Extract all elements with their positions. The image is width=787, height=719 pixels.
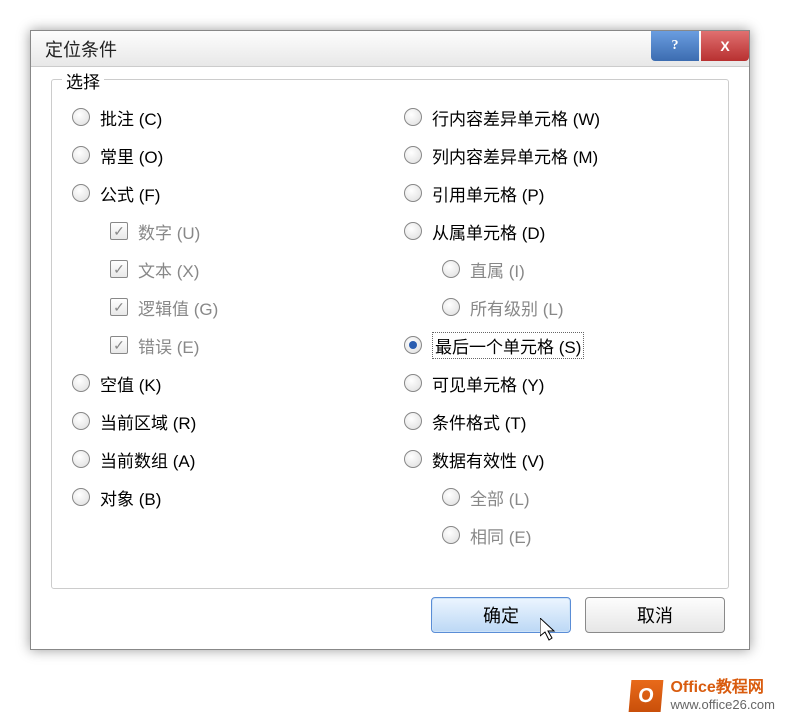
label-row-diff: 行内容差异单元格 (W) <box>432 105 600 130</box>
checkbox-numbers <box>110 222 128 240</box>
cancel-button[interactable]: 取消 <box>585 597 725 633</box>
watermark-url: www.office26.com <box>670 697 775 713</box>
label-objects: 对象 (B) <box>100 485 161 510</box>
radio-dependents[interactable] <box>404 222 422 240</box>
help-button[interactable]: ? <box>651 31 699 61</box>
radio-visible[interactable] <box>404 374 422 392</box>
cancel-button-label: 取消 <box>637 602 673 628</box>
label-visible: 可见单元格 (Y) <box>432 371 544 396</box>
titlebar-buttons: ? X <box>651 31 749 61</box>
label-dependents: 从属单元格 (D) <box>432 219 545 244</box>
label-numbers: 数字 (U) <box>138 219 200 244</box>
cursor-icon <box>540 618 560 644</box>
dialog-buttons: 确定 取消 <box>431 597 725 633</box>
radio-blanks[interactable] <box>72 374 90 392</box>
radio-col-diff[interactable] <box>404 146 422 164</box>
label-current-region: 当前区域 (R) <box>100 409 196 434</box>
radio-row-diff[interactable] <box>404 108 422 126</box>
watermark-title: Office教程网 <box>670 678 775 697</box>
radio-objects[interactable] <box>72 488 90 506</box>
radio-direct <box>442 260 460 278</box>
radio-current-array[interactable] <box>72 450 90 468</box>
checkbox-errors <box>110 336 128 354</box>
close-button[interactable]: X <box>701 31 749 61</box>
select-group: 选择 批注 (C) 常里 (O) 公式 (F) 数字 (U) 文本 (X) 逻辑… <box>51 79 729 589</box>
label-last-cell: 最后一个单元格 (S) <box>432 332 584 359</box>
watermark: O Office教程网 www.office26.com <box>630 678 775 713</box>
label-formulas: 公式 (F) <box>100 181 160 206</box>
label-constants: 常里 (O) <box>100 143 163 168</box>
goto-special-dialog: 定位条件 ? X 选择 批注 (C) 常里 (O) 公式 (F) 数字 (U) … <box>30 30 750 650</box>
radio-constants[interactable] <box>72 146 90 164</box>
dialog-content: 选择 批注 (C) 常里 (O) 公式 (F) 数字 (U) 文本 (X) 逻辑… <box>31 67 749 649</box>
label-cond-format: 条件格式 (T) <box>432 409 526 434</box>
left-column: 批注 (C) 常里 (O) 公式 (F) 数字 (U) 文本 (X) 逻辑值 (… <box>66 98 382 554</box>
ok-button-label: 确定 <box>483 602 519 628</box>
label-all-levels: 所有级别 (L) <box>470 295 564 320</box>
label-blanks: 空值 (K) <box>100 371 161 396</box>
radio-cond-format[interactable] <box>404 412 422 430</box>
radio-comments[interactable] <box>72 108 90 126</box>
label-col-diff: 列内容差异单元格 (M) <box>432 143 598 168</box>
label-logical: 逻辑值 (G) <box>138 295 218 320</box>
watermark-logo-icon: O <box>629 680 664 712</box>
label-current-array: 当前数组 (A) <box>100 447 195 472</box>
radio-last-cell[interactable] <box>404 336 422 354</box>
label-all: 全部 (L) <box>470 485 530 510</box>
label-data-valid: 数据有效性 (V) <box>432 447 544 472</box>
titlebar: 定位条件 ? X <box>31 31 749 67</box>
radio-same <box>442 526 460 544</box>
right-column: 行内容差异单元格 (W) 列内容差异单元格 (M) 引用单元格 (P) 从属单元… <box>398 98 714 554</box>
group-label: 选择 <box>62 68 104 93</box>
checkbox-text <box>110 260 128 278</box>
radio-precedents[interactable] <box>404 184 422 202</box>
checkbox-logical <box>110 298 128 316</box>
dialog-title: 定位条件 <box>45 36 117 62</box>
radio-formulas[interactable] <box>72 184 90 202</box>
label-text: 文本 (X) <box>138 257 199 282</box>
label-direct: 直属 (I) <box>470 257 525 282</box>
radio-data-valid[interactable] <box>404 450 422 468</box>
radio-all-levels <box>442 298 460 316</box>
label-comments: 批注 (C) <box>100 105 162 130</box>
radio-all <box>442 488 460 506</box>
radio-current-region[interactable] <box>72 412 90 430</box>
label-errors: 错误 (E) <box>138 333 199 358</box>
label-precedents: 引用单元格 (P) <box>432 181 544 206</box>
label-same: 相同 (E) <box>470 523 531 548</box>
ok-button[interactable]: 确定 <box>431 597 571 633</box>
